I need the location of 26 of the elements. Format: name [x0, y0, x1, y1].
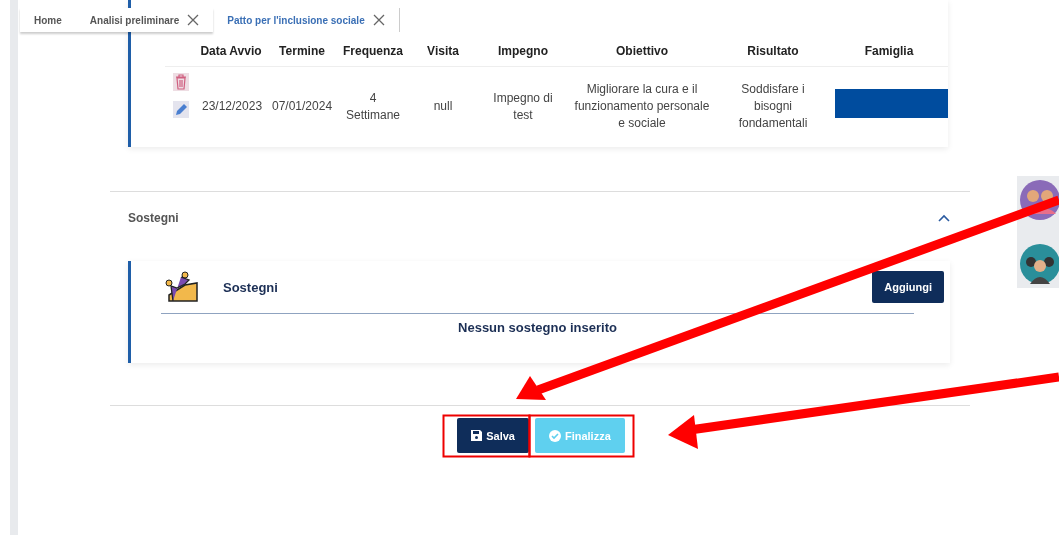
section-title[interactable]: Sostegni: [128, 211, 179, 225]
table-cell-text: Soddisfare i bisogni fondamentali: [737, 81, 809, 132]
column-header: Famiglia: [830, 0, 948, 67]
column-header: Obiettivo: [568, 0, 716, 67]
pencil-icon[interactable]: [172, 101, 189, 118]
table-cell-text: 23/12/2023: [201, 98, 264, 115]
column-header: Impegno: [478, 0, 568, 67]
table-cell-text: Migliorare la cura e il funzionamento personale e sociale: [573, 81, 711, 132]
check-circle-icon: [548, 429, 561, 442]
table-cell-text: 4 Settimane: [345, 89, 401, 124]
column-header: Risultato: [716, 0, 830, 67]
avatar-icon[interactable]: [1020, 244, 1059, 284]
close-icon[interactable]: [187, 14, 200, 26]
chevron-icon[interactable]: [938, 214, 950, 222]
save-button[interactable]: Salva: [457, 418, 529, 453]
column-header: Visita: [408, 0, 478, 67]
tab[interactable]: Patto per l'inclusione sociale: [213, 8, 400, 32]
add-button[interactable]: Aggiungi: [872, 271, 944, 303]
card-title: Sostegni: [223, 279, 278, 295]
tab[interactable]: Home: [20, 8, 76, 32]
close-icon[interactable]: [372, 14, 385, 26]
empty-message: Nessun sostegno inserito: [161, 313, 914, 335]
table-cell-text: 07/01/2024: [271, 98, 334, 115]
table-cell-text: Impegno di test: [492, 89, 554, 124]
table-cell-text: null: [432, 98, 454, 115]
trash-icon[interactable]: [172, 73, 189, 91]
